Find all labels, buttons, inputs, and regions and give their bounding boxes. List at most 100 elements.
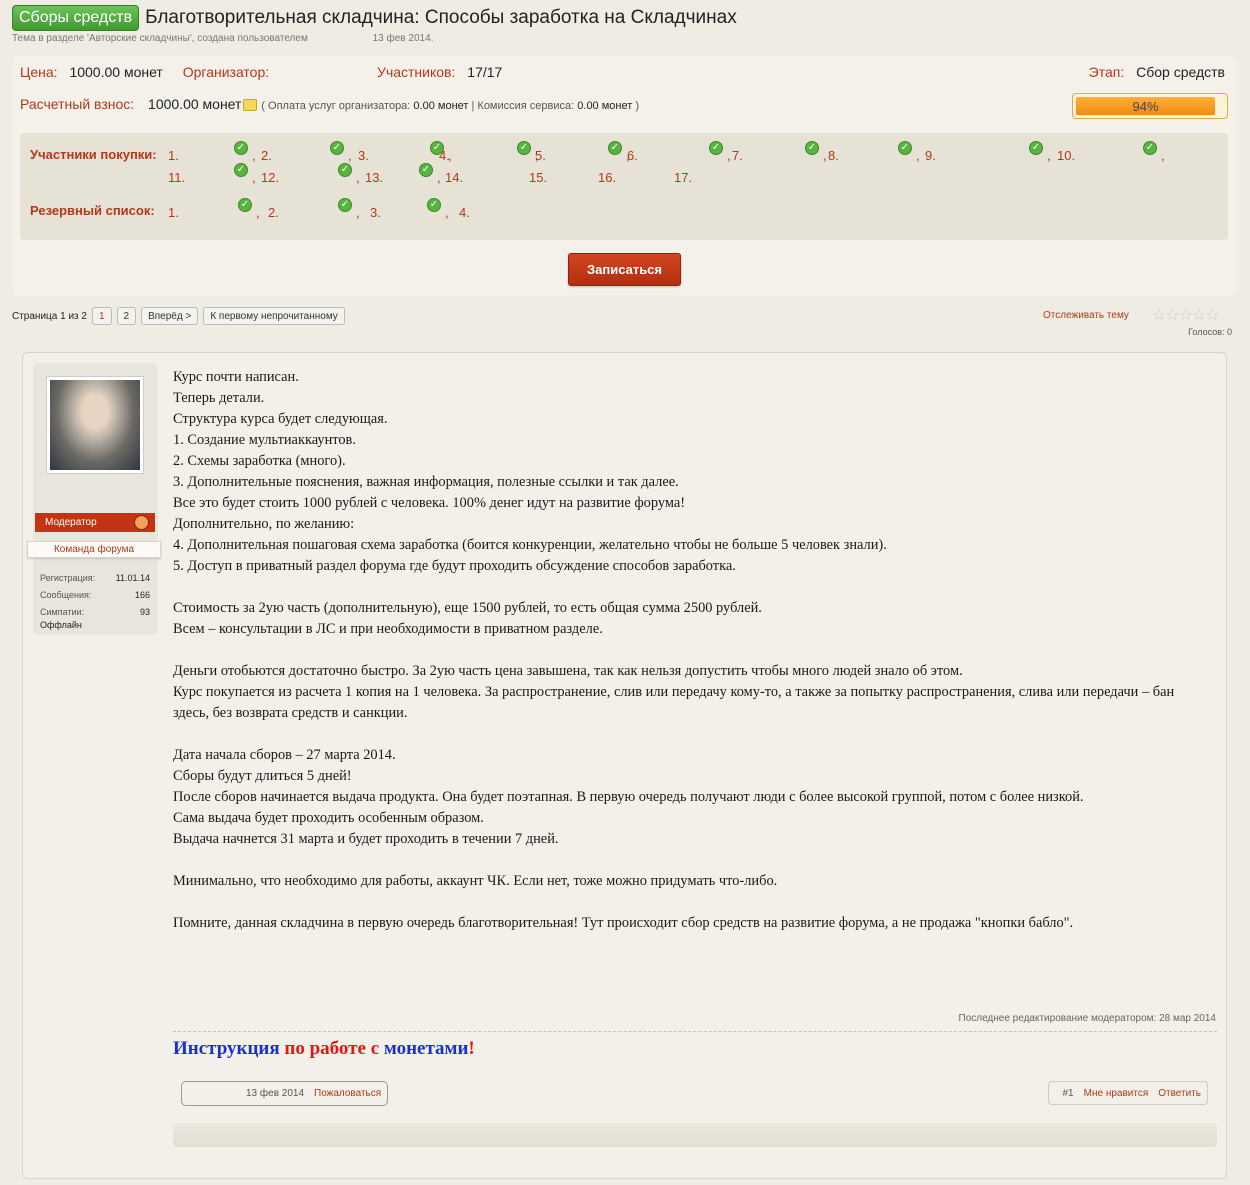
post-line <box>173 724 1213 745</box>
buyer-member[interactable]: 8. <box>828 148 839 163</box>
post-line: Стоимость за 2ую часть (дополнительную),… <box>173 600 762 616</box>
post-line: Сборы будут длиться 5 дней! <box>173 768 352 784</box>
rating-stars[interactable]: ☆☆☆☆☆ <box>1152 305 1220 325</box>
post-line <box>173 577 1213 598</box>
reply-link[interactable]: Ответить <box>1158 1088 1201 1099</box>
buyer-member[interactable]: 6. <box>627 148 638 163</box>
thread-date[interactable]: 13 фев 2014. <box>373 33 434 44</box>
signup-button[interactable]: Записаться <box>568 253 681 286</box>
separator: , <box>727 148 731 163</box>
separator: , <box>916 148 920 163</box>
buyer-member[interactable]: 4. <box>439 148 450 163</box>
members-box: Участники покупки: Резервный список: 1. ✓… <box>20 133 1228 240</box>
thread-title: Благотворительная складчина: Способы зар… <box>145 7 737 28</box>
like-link[interactable]: Мне нравится <box>1084 1088 1149 1099</box>
participants-label: Участников: <box>377 64 456 80</box>
reserve-member[interactable]: 2. <box>268 205 279 220</box>
signature-part-4: ! <box>468 1038 475 1059</box>
progress-label: 94% <box>1132 98 1159 114</box>
buyer-member[interactable]: 11. <box>168 170 185 185</box>
avatar[interactable] <box>46 376 144 474</box>
collection-progress-bar: 94% <box>1072 93 1228 119</box>
separator: , <box>823 148 827 163</box>
note-icon[interactable] <box>243 99 258 112</box>
thread-subtitle-text: Тема в разделе 'Авторские складчины', со… <box>12 33 308 44</box>
signature[interactable]: Инструкция по работе с монетами! <box>173 1038 475 1060</box>
paid-check-icon: ✓ <box>709 141 723 155</box>
next-page-link[interactable]: Вперёд > <box>141 307 199 325</box>
page-1-link[interactable]: 1 <box>91 307 112 325</box>
reserve-member[interactable]: 4. <box>459 205 470 220</box>
buyer-member[interactable]: 9. <box>925 148 936 163</box>
first-unread-link[interactable]: К первому непрочитанному <box>203 307 345 325</box>
post-body: Курс почти написан. Теперь детали. Структу… <box>173 367 1213 934</box>
buyer-member[interactable]: 10. <box>1057 148 1075 163</box>
buyer-member[interactable]: 2. <box>261 148 272 163</box>
post: Модератор Команда форума Регистрация: 11.… <box>22 352 1227 1179</box>
buyer-member[interactable]: 12. <box>261 170 279 185</box>
buyer-member[interactable]: 13. <box>365 170 383 185</box>
post-line: Минимально, что необходимо для работы, а… <box>173 873 778 889</box>
paid-check-icon: ✓ <box>517 141 531 155</box>
separator: , <box>437 170 441 185</box>
fee-note-open: ( Оплата услуг организатора: <box>261 100 414 112</box>
fee-note: ( Оплата услуг организатора: 0.00 монет … <box>261 100 639 112</box>
paid-check-icon: ✓ <box>608 141 622 155</box>
buyer-member[interactable]: 15. <box>529 170 547 185</box>
paid-check-icon: ✓ <box>419 163 433 177</box>
stage-value: Сбор средств <box>1136 64 1225 80</box>
buyer-member[interactable]: 7. <box>732 148 743 163</box>
fee-service-value: 0.00 монет <box>577 100 633 112</box>
post-line: Сама выдача будет проходить особенным об… <box>173 810 484 826</box>
paid-check-icon: ✓ <box>427 198 441 212</box>
buyer-member[interactable]: 5. <box>535 148 546 163</box>
separator: , <box>445 205 449 220</box>
stat-likes: Симпатии: 93 <box>40 607 150 617</box>
buyer-member[interactable]: 17. <box>674 170 692 185</box>
post-line: 5. Доступ в приватный раздел форума где … <box>173 558 736 574</box>
buyer-member[interactable]: 14. <box>445 170 463 185</box>
price-line: Цена: 1000.00 монет Организатор: Участни… <box>20 64 502 80</box>
post-line: После сборов начинается выдача продукта.… <box>173 789 1084 805</box>
post-line: Курс почти написан. <box>173 369 299 385</box>
paid-check-icon: ✓ <box>338 163 352 177</box>
post-line: 4. Дополнительная пошаговая схема зарабо… <box>173 537 887 553</box>
watch-thread-link[interactable]: Отслеживать тему <box>1043 310 1129 321</box>
buyer-member[interactable]: 16. <box>598 170 616 185</box>
paid-check-icon: ✓ <box>330 141 344 155</box>
fee-line: Расчетный взнос: 1000.00 монет ( Оплата … <box>20 96 639 112</box>
paid-check-icon: ✓ <box>234 141 248 155</box>
post-number[interactable]: #1 <box>1063 1088 1074 1099</box>
post-line <box>173 640 1213 661</box>
signature-divider <box>173 1031 1217 1032</box>
post-line: 3. Дополнительные пояснения, важная инфо… <box>173 474 679 490</box>
reserve-member[interactable]: 1. <box>168 205 179 220</box>
quick-reply-bar <box>173 1123 1217 1147</box>
pagination: Страница 1 из 2 1 2 Вперёд > К первому н… <box>12 307 345 325</box>
post-actions: #1 Мне нравится Ответить <box>1047 1081 1208 1105</box>
skladchina-info-panel: Цена: 1000.00 монет Организатор: Участни… <box>12 56 1237 296</box>
paid-check-icon: ✓ <box>805 141 819 155</box>
thread-prefix-badge[interactable]: Сборы средств <box>12 5 140 31</box>
price-label: Цена: <box>20 64 58 80</box>
reserve-label: Резервный список: <box>30 203 155 218</box>
stat-messages-value[interactable]: 166 <box>135 590 150 600</box>
stage-line: Этап: Сбор средств <box>1089 64 1225 80</box>
post-date[interactable]: 13 фев 2014 <box>246 1088 304 1099</box>
post-line: Дополнительно, по желанию: <box>173 516 355 532</box>
thread-subtitle: Тема в разделе 'Авторские складчины', со… <box>12 33 433 44</box>
fee-note-sep: | Комиссия сервиса: <box>468 100 578 112</box>
paid-check-icon: ✓ <box>338 198 352 212</box>
page-2-link[interactable]: 2 <box>116 307 137 325</box>
buyers-label: Участники покупки: <box>30 147 157 162</box>
post-line: Всем – консультации в ЛС и при необходим… <box>173 621 603 637</box>
reserve-member[interactable]: 3. <box>370 205 381 220</box>
buyer-member[interactable]: 3. <box>358 148 369 163</box>
post-meta: 13 фев 2014 Пожаловаться <box>181 1081 389 1106</box>
separator: , <box>256 205 260 220</box>
report-link[interactable]: Пожаловаться <box>314 1088 381 1099</box>
page-indicator: Страница 1 из 2 <box>12 310 87 322</box>
buyer-member[interactable]: 1. <box>168 148 179 163</box>
fee-note-close: ) <box>632 100 640 112</box>
signature-part-3: монетами <box>383 1038 469 1059</box>
